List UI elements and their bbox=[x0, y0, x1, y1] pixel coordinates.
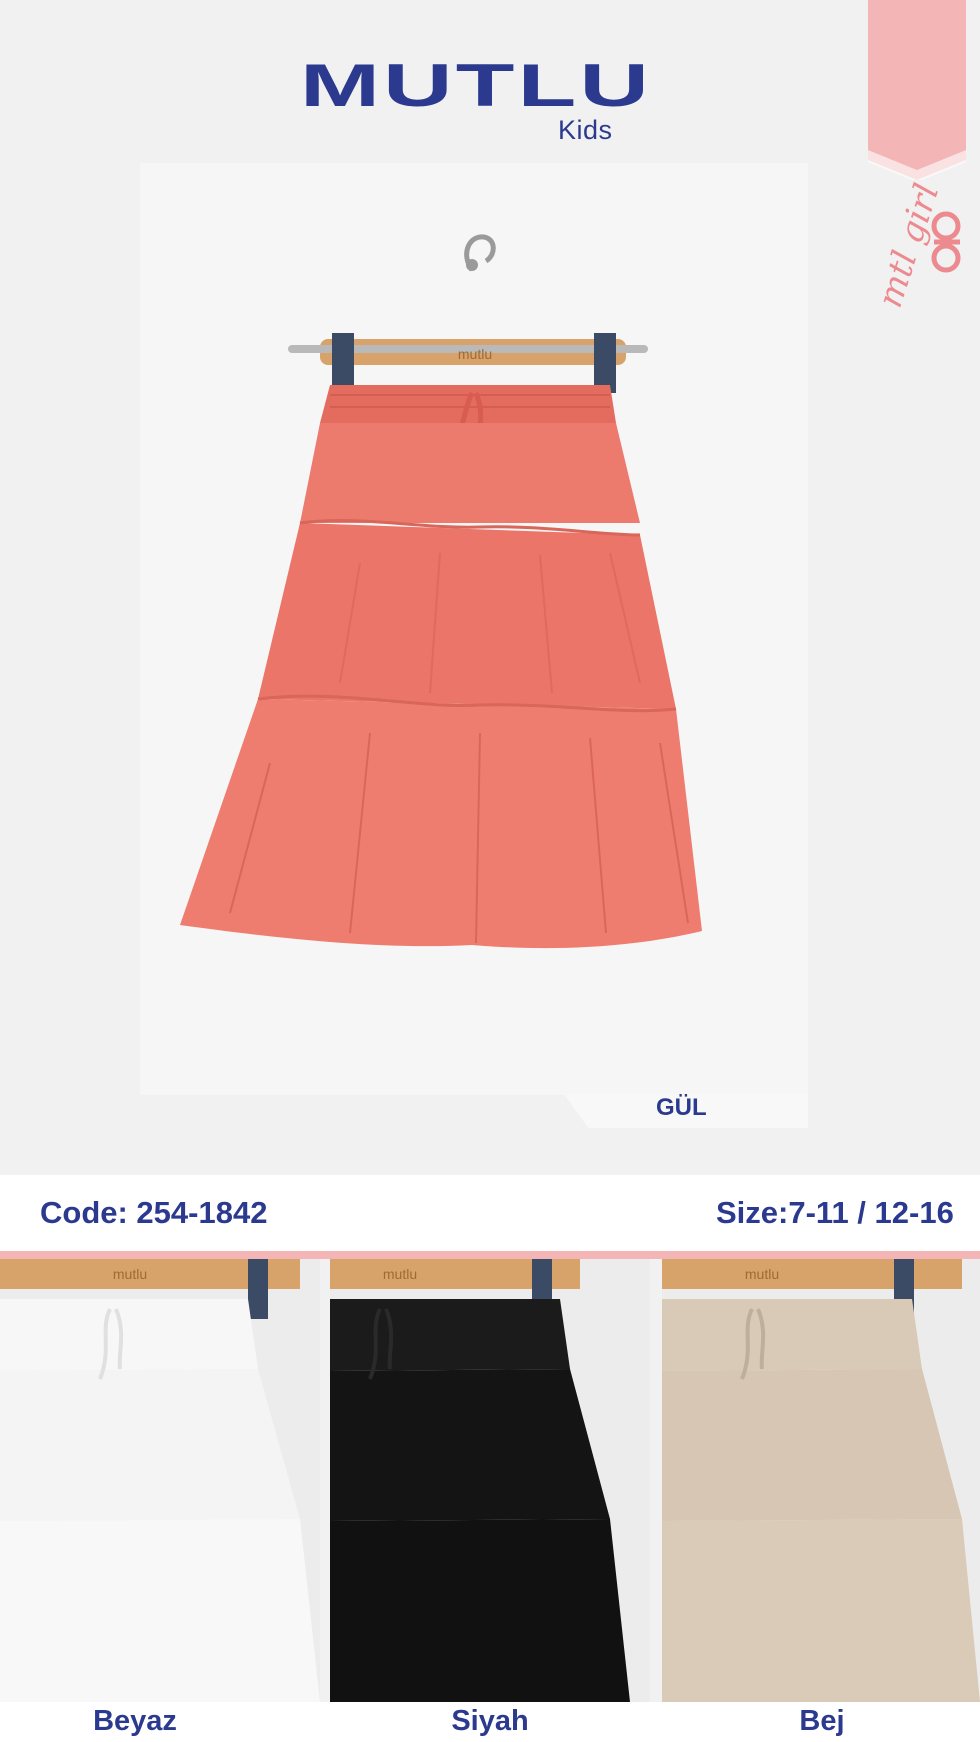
svg-text:MUTLU: MUTLU bbox=[300, 58, 652, 118]
brand-logo: MUTLU Kids bbox=[300, 58, 670, 148]
variant-photo-beige: mutlu bbox=[662, 1259, 980, 1702]
product-sizes: Size:7-11 / 12-16 bbox=[716, 1195, 954, 1230]
variant-beige-skirt: mutlu bbox=[662, 1259, 980, 1702]
variant-photo-white: mutlu bbox=[0, 1259, 320, 1702]
color-tag-label: GÜL bbox=[656, 1094, 707, 1121]
svg-text:mutlu: mutlu bbox=[383, 1266, 417, 1282]
variant-label-black: Siyah bbox=[451, 1705, 529, 1737]
skirt-illustration: mutlu bbox=[180, 234, 702, 949]
divider-line bbox=[0, 1251, 980, 1259]
brand-logo-wordmark: MUTLU bbox=[300, 58, 652, 118]
variant-photo-black: mutlu bbox=[330, 1259, 650, 1702]
ribbon-banner bbox=[868, 0, 966, 180]
product-code: Code: 254-1842 bbox=[40, 1195, 268, 1230]
svg-text:mutlu: mutlu bbox=[745, 1266, 779, 1282]
svg-text:mutlu: mutlu bbox=[458, 346, 492, 362]
variant-black-skirt: mutlu bbox=[330, 1259, 650, 1702]
product-photo: mutlu bbox=[140, 163, 808, 1095]
variant-label-beige: Bej bbox=[799, 1705, 845, 1737]
variant-white-skirt: mutlu bbox=[0, 1259, 320, 1702]
variant-label-white: Beyaz bbox=[93, 1705, 177, 1737]
svg-text:mutlu: mutlu bbox=[113, 1266, 147, 1282]
brand-subtitle: Kids bbox=[558, 115, 613, 145]
